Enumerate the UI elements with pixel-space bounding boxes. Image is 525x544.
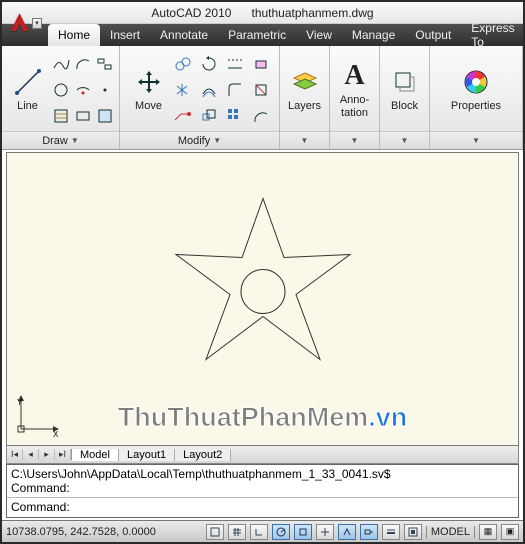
drawing-canvas[interactable]: YX: [6, 152, 519, 446]
model-tabs: I◂ ◂ ▸ ▸I Model Layout1 Layout2: [6, 446, 519, 464]
svg-text:Y: Y: [17, 398, 23, 407]
status-grid[interactable]: [228, 524, 246, 540]
region-button[interactable]: [94, 104, 116, 128]
file-name: thuthuatphanmem.dwg: [251, 6, 373, 20]
status-dyn[interactable]: [360, 524, 378, 540]
tab-nav-next[interactable]: ▸: [39, 449, 55, 460]
tab-insert[interactable]: Insert: [100, 24, 150, 46]
text-icon: A: [339, 60, 371, 92]
join-button[interactable]: [249, 104, 273, 128]
command-history-1: C:\Users\John\AppData\Local\Temp\thuthua…: [11, 467, 514, 481]
tab-parametric[interactable]: Parametric: [218, 24, 296, 46]
ribbon: Line Draw▼ Move: [2, 46, 523, 150]
array-button[interactable]: [223, 104, 247, 128]
tab-view[interactable]: View: [296, 24, 342, 46]
move-button[interactable]: Move: [127, 63, 171, 115]
point-button[interactable]: [94, 78, 116, 102]
panel-modify: Move Modify▼: [120, 46, 280, 149]
rectangle-button[interactable]: [72, 104, 94, 128]
command-window[interactable]: C:\Users\John\AppData\Local\Temp\thuthua…: [6, 464, 519, 518]
tab-nav-first[interactable]: I◂: [7, 449, 23, 460]
layers-icon: [289, 66, 321, 98]
title-bar: AutoCAD 2010 thuthuatphanmem.dwg: [2, 2, 523, 24]
panel-properties: Properties ▼: [430, 46, 523, 149]
status-qp[interactable]: [404, 524, 422, 540]
ucs-icon: YX: [13, 395, 63, 439]
status-extra1[interactable]: ▦: [479, 524, 497, 540]
stretch-button[interactable]: [171, 104, 195, 128]
annotation-button[interactable]: A Anno- tation: [333, 57, 377, 121]
status-otrack[interactable]: [316, 524, 334, 540]
erase-button[interactable]: [249, 52, 273, 76]
status-ducs[interactable]: [338, 524, 356, 540]
block-icon: [389, 66, 421, 98]
layers-button[interactable]: Layers: [282, 63, 327, 115]
line-button[interactable]: Line: [6, 63, 50, 115]
tab-nav-last[interactable]: ▸I: [55, 449, 71, 460]
status-lweight[interactable]: [382, 524, 400, 540]
status-space[interactable]: MODEL: [426, 526, 475, 538]
scale-button[interactable]: [197, 104, 221, 128]
trim-button[interactable]: [223, 52, 247, 76]
mirror-button[interactable]: [171, 78, 195, 102]
rotate-button[interactable]: [197, 52, 221, 76]
offset-button[interactable]: [197, 78, 221, 102]
status-osnap[interactable]: [294, 524, 312, 540]
spline-button[interactable]: [94, 52, 116, 76]
app-menu-button[interactable]: ▾: [8, 6, 42, 40]
panel-layers: Layers ▼: [280, 46, 330, 149]
explode-button[interactable]: [249, 78, 273, 102]
status-bar: 10738.0795, 242.7528, 0.0000 MODEL ▦ ▣: [2, 520, 523, 542]
polyline-button[interactable]: [50, 52, 72, 76]
command-history-2: Command:: [11, 481, 514, 495]
status-extra2[interactable]: ▣: [501, 524, 519, 540]
app-menu-dropdown[interactable]: ▾: [32, 18, 42, 29]
app-name: AutoCAD 2010: [151, 6, 231, 20]
hatch-button[interactable]: [50, 104, 72, 128]
ribbon-tabs: Home Insert Annotate Parametric View Man…: [2, 24, 523, 46]
panel-annotation: A Anno- tation ▼: [330, 46, 380, 149]
panel-modify-label[interactable]: Modify▼: [120, 131, 279, 149]
drawing-content: [168, 195, 358, 380]
tab-output[interactable]: Output: [405, 24, 461, 46]
panel-block: Block ▼: [380, 46, 430, 149]
block-button[interactable]: Block: [383, 63, 427, 115]
command-prompt: Command:: [11, 500, 514, 514]
panel-draw: Line Draw▼: [2, 46, 120, 149]
line-icon: [12, 66, 44, 98]
properties-button[interactable]: Properties: [445, 63, 507, 115]
tab-annotate[interactable]: Annotate: [150, 24, 218, 46]
tab-manage[interactable]: Manage: [342, 24, 405, 46]
tab-layout2[interactable]: Layout2: [175, 449, 231, 461]
ellipse-button[interactable]: [72, 78, 94, 102]
status-snap[interactable]: [206, 524, 224, 540]
status-ortho[interactable]: [250, 524, 268, 540]
panel-draw-label[interactable]: Draw▼: [2, 131, 119, 149]
svg-text:X: X: [53, 430, 59, 439]
tab-express[interactable]: Express To: [461, 24, 524, 46]
arc-button[interactable]: [72, 52, 94, 76]
color-wheel-icon: [460, 66, 492, 98]
copy-button[interactable]: [171, 52, 195, 76]
tab-nav-prev[interactable]: ◂: [23, 449, 39, 460]
fillet-button[interactable]: [223, 78, 247, 102]
tab-model[interactable]: Model: [72, 449, 119, 461]
tab-home[interactable]: Home: [48, 24, 100, 46]
tab-layout1[interactable]: Layout1: [119, 449, 175, 461]
move-icon: [133, 66, 165, 98]
circle-button[interactable]: [50, 78, 72, 102]
status-coords: 10738.0795, 242.7528, 0.0000: [6, 526, 156, 538]
status-polar[interactable]: [272, 524, 290, 540]
